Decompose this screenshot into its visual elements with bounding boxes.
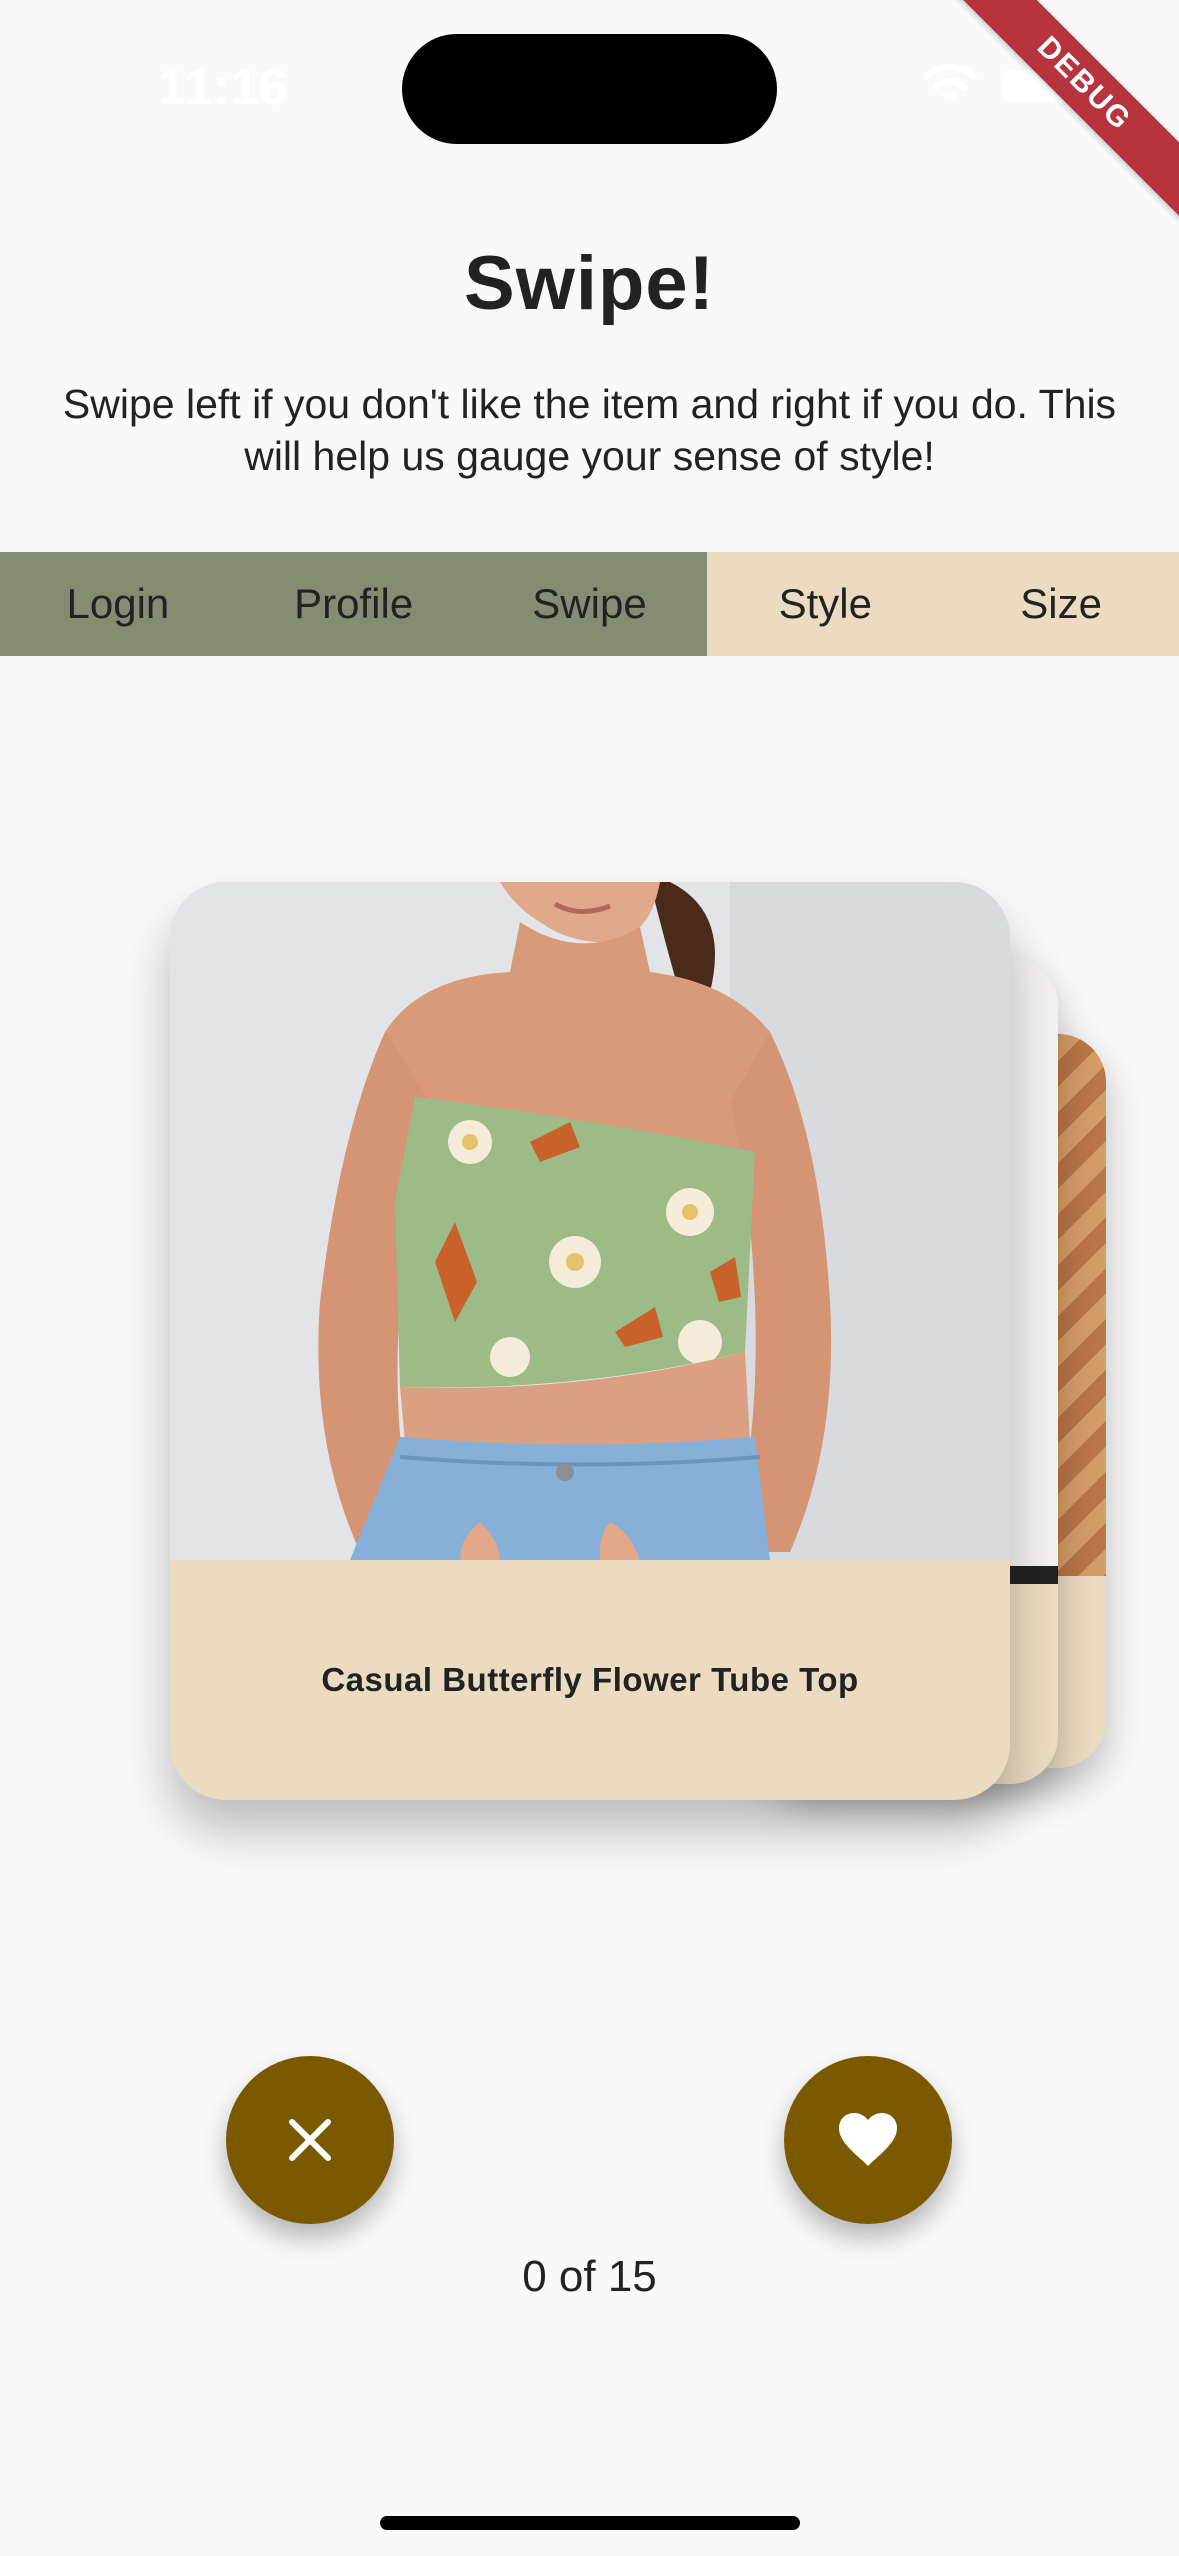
wifi-icon	[923, 64, 977, 102]
nav-tabs: Login Profile Swipe Style Size	[0, 552, 1179, 656]
tab-size[interactable]: Size	[943, 552, 1179, 656]
tab-login[interactable]: Login	[0, 552, 236, 656]
debug-banner: DEBUG	[948, 0, 1179, 220]
like-button[interactable]	[784, 2056, 952, 2224]
dynamic-island	[402, 34, 777, 144]
status-time: 11:16	[158, 59, 289, 115]
home-indicator[interactable]	[380, 2516, 800, 2530]
page-subtitle: Swipe left if you don't like the item an…	[62, 381, 1117, 479]
tab-style[interactable]: Style	[707, 552, 944, 656]
tab-profile[interactable]: Profile	[235, 552, 472, 656]
product-title: Casual Butterfly Flower Tube Top	[321, 1661, 859, 1698]
swipe-progress-counter: 0 of 15	[522, 2252, 657, 2301]
page-title: Swipe!	[464, 241, 715, 326]
product-image	[170, 882, 1010, 1560]
tab-swipe[interactable]: Swipe	[471, 552, 708, 656]
close-icon	[289, 2119, 331, 2161]
heart-icon	[839, 2113, 897, 2166]
dislike-button[interactable]	[226, 2056, 394, 2224]
swipe-card[interactable]: Casual Butterfly Flower Tube Top	[170, 882, 1010, 1800]
